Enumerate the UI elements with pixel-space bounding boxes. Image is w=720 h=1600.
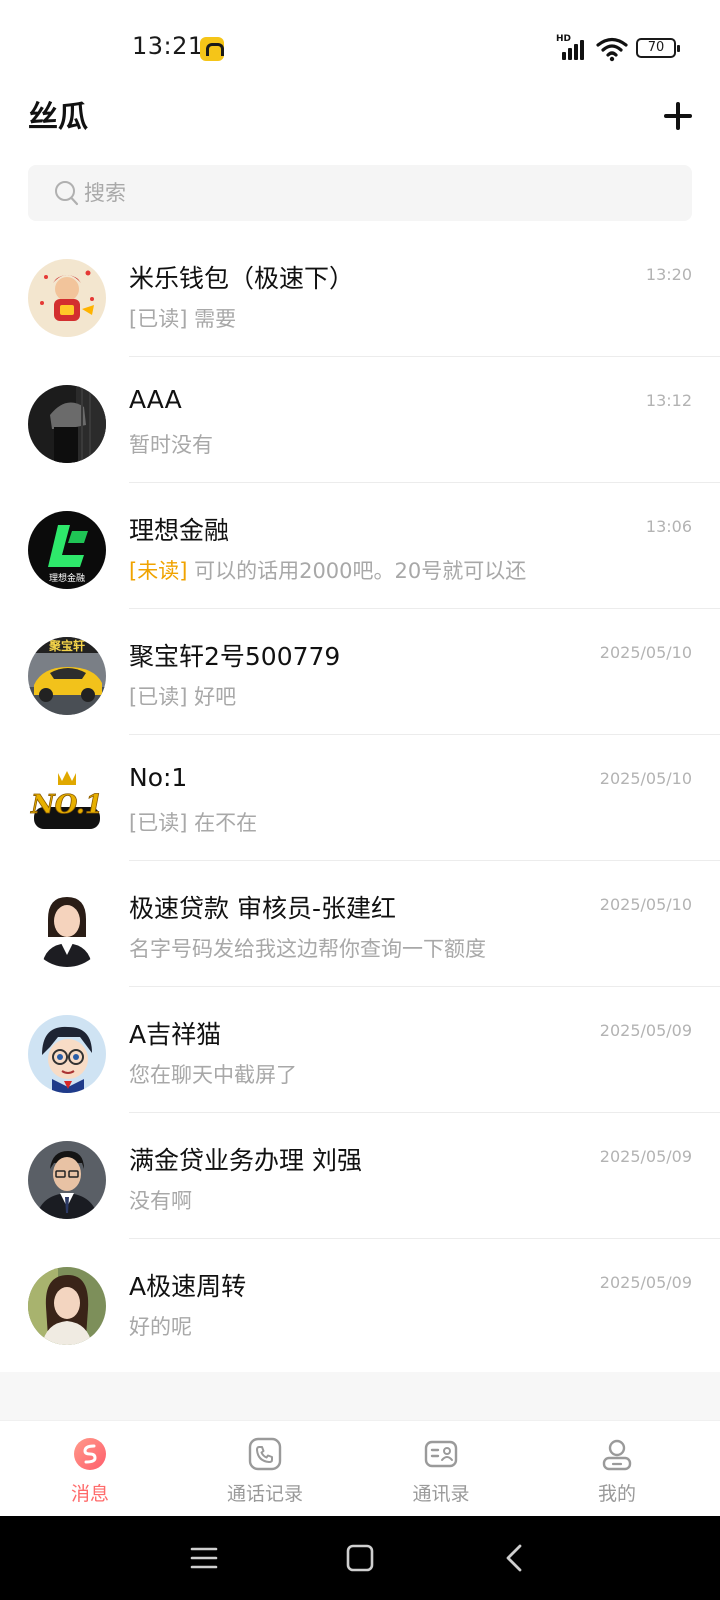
- conversation-time: 2025/05/10: [599, 895, 692, 914]
- conversation-name: 满金贷业务办理 刘强: [129, 1146, 362, 1175]
- read-status-tag: [已读]: [129, 811, 188, 835]
- message-text: 暂时没有: [129, 433, 213, 457]
- message-text: 好的呢: [129, 1315, 192, 1339]
- avatar: [28, 1267, 106, 1345]
- conversation-list: 米乐钱包（极速下） 13:20 [已读] 需要 AAA 13:12 暂时没有 理…: [0, 231, 720, 1365]
- conversation-preview: 暂时没有: [129, 429, 213, 459]
- profile-icon: [602, 1439, 632, 1471]
- tab-label: 通讯录: [412, 1483, 470, 1505]
- message-text: 好吧: [194, 685, 237, 709]
- avatar-logo-text: NO.1: [30, 790, 103, 820]
- conversation-time: 2025/05/09: [599, 1273, 692, 1292]
- message-text: 需要: [194, 307, 237, 331]
- battery-icon: 70: [636, 38, 680, 58]
- avatar: [28, 889, 106, 967]
- conversation-item[interactable]: 满金贷业务办理 刘强 2025/05/09 没有啊: [0, 1113, 720, 1239]
- conversation-time: 13:12: [645, 391, 692, 410]
- conversation-item[interactable]: 极速贷款 审核员-张建红 2025/05/10 名字号码发给我这边帮你查询一下额…: [0, 861, 720, 987]
- conversation-preview: 您在聊天中截屏了: [129, 1059, 297, 1089]
- wifi-icon: [596, 37, 628, 62]
- search-icon: [55, 181, 79, 206]
- avatar: [28, 1141, 106, 1219]
- bottom-tab-bar: 消息 通话记录 通讯录 我的: [0, 1420, 720, 1516]
- tab-label: 消息: [70, 1483, 109, 1505]
- plus-icon[interactable]: [660, 98, 696, 134]
- avatar: 理想金融: [28, 511, 106, 589]
- avatar-logo-text: 聚宝轩: [48, 638, 85, 653]
- conversation-preview: 没有啊: [129, 1185, 192, 1215]
- back-icon[interactable]: [500, 1542, 532, 1574]
- conversation-name: No:1: [129, 763, 188, 792]
- unread-status-tag: [未读]: [129, 559, 188, 583]
- conversation-item[interactable]: NO.1 No:1 2025/05/10 [已读] 在不在: [0, 735, 720, 861]
- message-text: 在不在: [194, 811, 258, 835]
- message-text: 可以的话用2000吧。20号就可以还: [194, 559, 527, 583]
- conversation-item[interactable]: 聚宝轩 聚宝轩2号500779 2025/05/10 [已读] 好吧: [0, 609, 720, 735]
- conversation-item[interactable]: A极速周转 2025/05/09 好的呢: [0, 1239, 720, 1365]
- call-log-icon: [248, 1437, 282, 1471]
- conversation-name: 极速贷款 审核员-张建红: [129, 894, 396, 923]
- conversation-time: 2025/05/09: [599, 1147, 692, 1166]
- avatar-logo-text: 理想金融: [49, 572, 85, 584]
- conversation-preview: [已读] 在不在: [129, 807, 257, 837]
- system-navigation-bar: [0, 1516, 720, 1600]
- avatar: [28, 1015, 106, 1093]
- tab-label: 我的: [597, 1483, 636, 1505]
- conversation-name: AAA: [129, 385, 182, 414]
- conversation-preview: 名字号码发给我这边帮你查询一下额度: [129, 933, 486, 963]
- tab-profile[interactable]: 我的: [557, 1421, 677, 1517]
- page-title: 丝瓜: [28, 100, 88, 135]
- message-text: 您在聊天中截屏了: [129, 1063, 297, 1087]
- conversation-preview: [已读] 需要: [129, 303, 236, 333]
- search-input[interactable]: 搜索: [28, 165, 692, 221]
- search-placeholder: 搜索: [84, 181, 126, 205]
- avatar: 聚宝轩: [28, 637, 106, 715]
- app-header: 丝瓜: [0, 96, 720, 162]
- contacts-icon: [424, 1440, 458, 1468]
- tab-label: 通话记录: [226, 1483, 303, 1505]
- conversation-time: 2025/05/09: [599, 1021, 692, 1040]
- conversation-name: A极速周转: [129, 1272, 247, 1301]
- avatar: NO.1: [28, 763, 106, 841]
- notification-app-icon: [200, 37, 224, 61]
- tab-contacts[interactable]: 通讯录: [381, 1421, 501, 1517]
- conversation-item[interactable]: 理想金融 理想金融 13:06 [未读] 可以的话用2000吧。20号就可以还: [0, 483, 720, 609]
- menu-icon[interactable]: [188, 1542, 220, 1574]
- signal-hd-label: HD: [556, 34, 572, 44]
- conversation-name: 聚宝轩2号500779: [129, 642, 341, 671]
- tab-messages[interactable]: 消息: [30, 1421, 150, 1517]
- read-status-tag: [已读]: [129, 685, 188, 709]
- message-text: 名字号码发给我这边帮你查询一下额度: [129, 937, 486, 961]
- avatar: [28, 385, 106, 463]
- conversation-time: 13:20: [645, 265, 692, 284]
- home-icon[interactable]: [344, 1542, 376, 1574]
- conversation-item[interactable]: A吉祥猫 2025/05/09 您在聊天中截屏了: [0, 987, 720, 1113]
- list-footer-spacer: [0, 1372, 720, 1420]
- cellular-signal-icon: HD: [556, 34, 590, 60]
- message-icon: [74, 1438, 106, 1470]
- conversation-preview: 好的呢: [129, 1311, 192, 1341]
- message-text: 没有啊: [129, 1189, 192, 1213]
- status-time: 13:21: [132, 32, 204, 60]
- conversation-preview: [已读] 好吧: [129, 681, 236, 711]
- avatar: [28, 259, 106, 337]
- conversation-time: 13:06: [645, 517, 692, 536]
- tab-call-log[interactable]: 通话记录: [205, 1421, 325, 1517]
- conversation-name: A吉祥猫: [129, 1020, 222, 1049]
- status-bar: 13:21 HD 70: [0, 0, 720, 96]
- read-status-tag: [已读]: [129, 307, 188, 331]
- conversation-preview: [未读] 可以的话用2000吧。20号就可以还: [129, 555, 526, 585]
- conversation-item[interactable]: AAA 13:12 暂时没有: [0, 357, 720, 483]
- conversation-name: 米乐钱包（极速下）: [129, 264, 355, 293]
- conversation-time: 2025/05/10: [599, 769, 692, 788]
- conversation-item[interactable]: 米乐钱包（极速下） 13:20 [已读] 需要: [0, 231, 720, 357]
- conversation-time: 2025/05/10: [599, 643, 692, 662]
- conversation-name: 理想金融: [129, 516, 230, 545]
